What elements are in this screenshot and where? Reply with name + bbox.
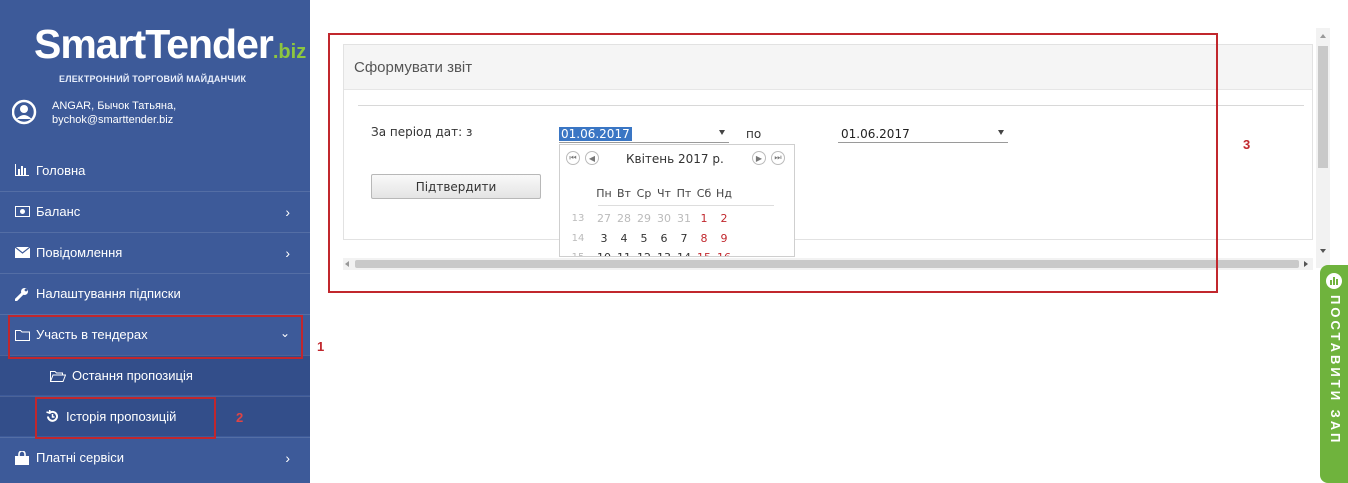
highlight-box-1 — [8, 315, 303, 359]
user-name: ANGAR, Бычок Татьяна, — [52, 100, 177, 112]
vertical-scrollbar[interactable] — [1316, 28, 1330, 268]
nav-item-messages[interactable]: Повідомлення › — [0, 232, 310, 272]
logo-text: SmartTender — [34, 21, 274, 67]
scroll-right-icon[interactable] — [1304, 261, 1308, 267]
scroll-up-icon[interactable] — [1320, 34, 1326, 38]
highlight-box-2 — [35, 397, 216, 439]
logo-biz: .biz — [272, 41, 307, 63]
annotation-number-3: 3 — [1243, 137, 1251, 152]
wrench-icon — [14, 287, 30, 301]
chevron-right-icon: › — [285, 204, 290, 220]
logo[interactable]: SmartTender.biz ЕЛЕКТРОННИЙ ТОРГОВИЙ МАЙ… — [34, 21, 307, 85]
chevron-right-icon: › — [285, 450, 290, 466]
highlight-box-3 — [328, 33, 1218, 293]
user-icon — [12, 99, 37, 125]
user-email: bychok@smarttender.biz — [52, 114, 174, 126]
chevron-right-icon: › — [285, 245, 290, 261]
side-tab-label: ПОСТАВИТИ ЗАП — [1328, 295, 1343, 446]
nav-item-paid-services[interactable]: Платні сервіси › — [0, 437, 310, 477]
side-tab[interactable]: ПОСТАВИТИ ЗАП — [1320, 265, 1348, 483]
annotation-number-2: 2 — [236, 410, 244, 425]
nav-label-subscription: Налаштування підписки — [36, 286, 181, 301]
shopping-bag-icon — [14, 450, 30, 465]
annotation-number-1: 1 — [317, 339, 325, 354]
nav-item-last-proposal[interactable]: Остання пропозиція — [0, 355, 310, 395]
nav-label-last-proposal: Остання пропозиція — [72, 368, 193, 383]
user-info[interactable]: ANGAR, Бычок Татьяна, bychok@smarttender… — [12, 98, 176, 128]
scroll-down-icon[interactable] — [1320, 249, 1326, 253]
money-icon — [14, 205, 30, 219]
nav-label-home: Головна — [36, 162, 86, 178]
envelope-icon — [14, 246, 30, 260]
nav-item-balance[interactable]: Баланс › — [0, 191, 310, 231]
nav-label-paid-services: Платні сервіси — [36, 450, 125, 465]
nav-label-balance: Баланс — [36, 204, 81, 219]
nav-item-subscription[interactable]: Налаштування підписки — [0, 273, 310, 313]
nav-label-messages: Повідомлення — [36, 245, 123, 260]
scrollbar-thumb[interactable] — [1318, 46, 1328, 168]
bar-chart-icon — [1326, 273, 1342, 289]
logo-subtitle: ЕЛЕКТРОННИЙ ТОРГОВИЙ МАЙДАНЧИК — [59, 74, 247, 84]
nav-item-home[interactable]: Головна — [0, 150, 310, 190]
bar-chart-icon — [14, 163, 30, 177]
folder-open-icon — [50, 369, 66, 383]
